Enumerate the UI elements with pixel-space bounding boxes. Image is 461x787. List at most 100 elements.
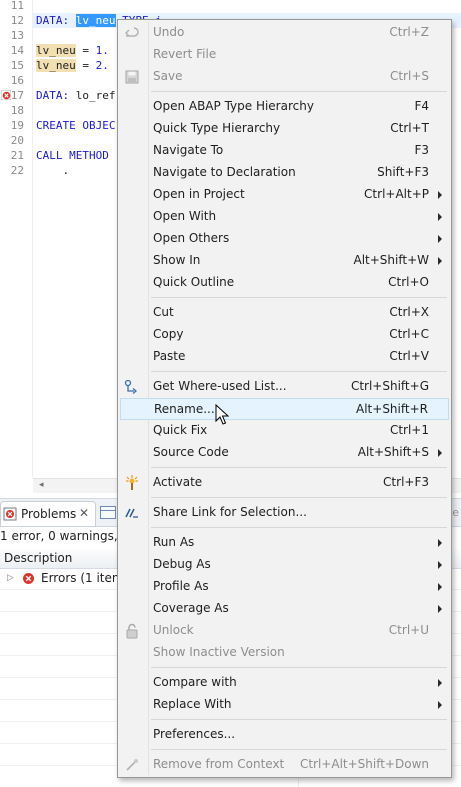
menu-item-shortcut: Ctrl+C <box>389 327 429 341</box>
menu-item-shortcut: Ctrl+S <box>389 69 429 83</box>
menu-item-open-others[interactable]: Open Others <box>120 228 449 250</box>
menu-item-label: Source Code <box>153 445 229 459</box>
menu-item-undo: Undo Ctrl+Z <box>120 22 449 44</box>
menu-item-open-abap-type-hierarchy[interactable]: Open ABAP Type Hierarchy F4 <box>120 96 449 118</box>
menu-item-shortcut: Ctrl+1 <box>389 423 429 437</box>
close-icon[interactable]: ✕ <box>79 506 89 520</box>
menu-separator <box>151 371 447 372</box>
column-header-label: Description <box>4 551 73 565</box>
menu-item-cut[interactable]: Cut Ctrl+X <box>120 302 449 324</box>
line-number: 12 <box>10 14 24 27</box>
menu-item-coverage-as[interactable]: Coverage As <box>120 598 449 620</box>
menu-item-label: Show Inactive Version <box>153 645 285 659</box>
menu-item-shortcut: Shift+F3 <box>377 165 429 179</box>
menu-item-label: Compare with <box>153 675 237 689</box>
tab-problems[interactable]: Problems ✕ <box>0 501 96 526</box>
menu-item-open-with[interactable]: Open With <box>120 206 449 228</box>
menu-item-show-in[interactable]: Show In Alt+Shift+W <box>120 250 449 272</box>
line-number: 11 <box>10 0 24 12</box>
submenu-arrow-icon <box>438 605 442 613</box>
eclipse-window: DATA: lv_neu TYPE i.lv_neu = 1.lv_neu = … <box>0 0 461 787</box>
menu-item-label: Quick Fix <box>153 423 208 437</box>
menu-item-label: Activate <box>153 475 203 489</box>
menu-item-preferences[interactable]: Preferences... <box>120 724 449 746</box>
code-token: lv_neu <box>75 14 116 27</box>
menu-separator <box>151 749 447 750</box>
menu-item-label: Cut <box>153 305 174 319</box>
code-line[interactable] <box>33 0 461 13</box>
menu-item-shortcut: Alt+Shift+R <box>356 402 428 416</box>
menu-item-shortcut: F3 <box>414 143 429 157</box>
line-number: 18 <box>10 104 24 117</box>
menu-item-shortcut: Ctrl+Alt+P <box>364 187 429 201</box>
menu-item-label: Undo <box>153 25 185 39</box>
menu-item-shortcut: F4 <box>414 99 429 113</box>
menu-separator <box>151 719 447 720</box>
menu-item-label: Coverage As <box>153 601 229 615</box>
menu-item-shortcut: Ctrl+U <box>388 623 429 637</box>
line-number: 22 <box>10 164 24 177</box>
menu-item-label: Open in Project <box>153 187 245 201</box>
remove-context-icon <box>126 759 138 771</box>
menu-item-label: Preferences... <box>153 727 236 741</box>
menu-item-compare-with[interactable]: Compare with <box>120 672 449 694</box>
menu-item-shortcut: Ctrl+T <box>390 121 429 135</box>
problems-icon <box>3 507 17 521</box>
menu-item-quick-fix[interactable]: Quick Fix Ctrl+1 <box>120 420 449 442</box>
menu-separator <box>151 467 447 468</box>
menu-separator <box>151 297 447 298</box>
menu-item-navigate-to[interactable]: Navigate To F3 <box>120 140 449 162</box>
menu-item-paste[interactable]: Paste Ctrl+V <box>120 346 449 368</box>
menu-item-label: Open With <box>153 209 217 223</box>
properties-view-icon[interactable] <box>100 506 116 519</box>
submenu-arrow-icon <box>438 561 442 569</box>
menu-item-shortcut: Alt+Shift+W <box>353 253 430 267</box>
menu-separator <box>151 667 447 668</box>
menu-item-shortcut: Ctrl+X <box>389 305 429 319</box>
menu-item-label: Get Where-used List... <box>153 379 287 393</box>
submenu-arrow-icon <box>438 539 442 547</box>
expand-icon[interactable]: ▷ <box>7 573 14 583</box>
menu-item-unlock: Unlock Ctrl+U <box>120 620 449 642</box>
menu-item-label: Debug As <box>153 557 211 571</box>
menu-item-label: Quick Type Hierarchy <box>153 121 281 135</box>
menu-item-run-as[interactable]: Run As <box>120 532 449 554</box>
code-token: DATA: <box>36 14 70 27</box>
menu-separator <box>151 91 447 92</box>
submenu-arrow-icon <box>438 701 442 709</box>
tab-problems-label: Problems <box>21 507 77 521</box>
menu-item-open-in-project[interactable]: Open in Project Ctrl+Alt+P <box>120 184 449 206</box>
menu-item-share-link-for-selection[interactable]: Share Link for Selection... <box>120 502 449 524</box>
code-token: CREATE OBJEC <box>36 119 116 132</box>
submenu-arrow-icon <box>438 235 442 243</box>
code-token: . <box>36 164 70 177</box>
menu-item-label: Revert File <box>153 47 217 61</box>
menu-item-navigate-to-declaration[interactable]: Navigate to Declaration Shift+F3 <box>120 162 449 184</box>
line-number: 21 <box>10 149 24 162</box>
menu-item-copy[interactable]: Copy Ctrl+C <box>120 324 449 346</box>
menu-item-rename[interactable]: Rename... Alt+Shift+R <box>120 398 449 420</box>
submenu-arrow-icon <box>438 449 442 457</box>
menu-item-label: Show In <box>153 253 201 267</box>
menu-item-activate[interactable]: Activate Ctrl+F3 <box>120 472 449 494</box>
menu-item-quick-outline[interactable]: Quick Outline Ctrl+O <box>120 272 449 294</box>
menu-item-replace-with[interactable]: Replace With <box>120 694 449 716</box>
menu-item-profile-as[interactable]: Profile As <box>120 576 449 598</box>
menu-item-label: Unlock <box>153 623 194 637</box>
menu-item-source-code[interactable]: Source Code Alt+Shift+S <box>120 442 449 464</box>
menu-item-get-where-used-list[interactable]: Get Where-used List... Ctrl+Shift+G <box>120 376 449 398</box>
menu-item-label: Replace With <box>153 697 232 711</box>
menu-item-quick-type-hierarchy[interactable]: Quick Type Hierarchy Ctrl+T <box>120 118 449 140</box>
code-token: 1. <box>95 44 109 57</box>
code-token: CALL METHOD <box>36 149 109 162</box>
menu-item-shortcut: Ctrl+V <box>389 349 429 363</box>
menu-item-debug-as[interactable]: Debug As <box>120 554 449 576</box>
line-number: 19 <box>10 119 24 132</box>
editor-context-menu: Undo Ctrl+Z Revert File Save Ctrl+S Open ABAP… <box>117 19 452 778</box>
menu-item-shortcut: Alt+Shift+S <box>357 445 429 459</box>
menu-item-show-inactive-version: Show Inactive Version <box>120 642 449 664</box>
scroll-left-icon[interactable]: ◂ <box>39 480 44 490</box>
activate-icon <box>126 475 138 490</box>
save-icon <box>125 70 139 84</box>
